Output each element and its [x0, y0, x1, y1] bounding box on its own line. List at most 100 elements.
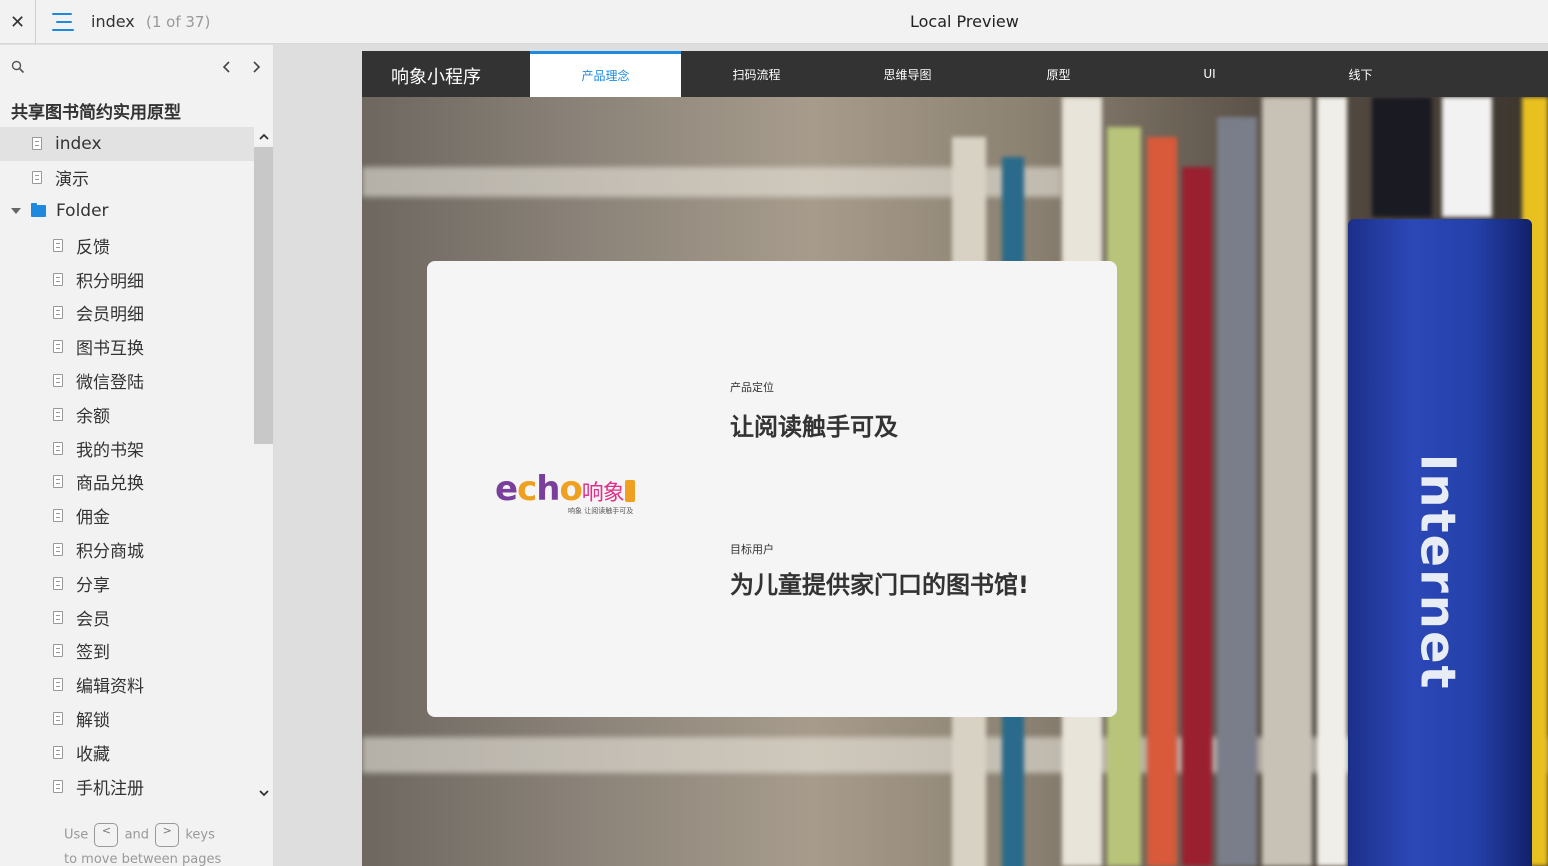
- tree-item-label: 分享: [76, 575, 110, 596]
- tree-item-label: 解锁: [76, 710, 110, 731]
- tab-ui[interactable]: UI: [1134, 51, 1285, 97]
- prototype-nav-bar: 响象小程序 产品理念 扫码流程 思维导图 原型 UI 线下: [362, 51, 1548, 97]
- prototype-preview: 响象小程序 产品理念 扫码流程 思维导图 原型 UI 线下 Internet e: [362, 51, 1548, 866]
- tree-item-feedback[interactable]: 反馈: [0, 228, 254, 262]
- caret-down-icon[interactable]: [11, 208, 21, 215]
- tree-item-wechat-login[interactable]: 微信登陆: [0, 364, 254, 398]
- prev-page-button[interactable]: [217, 55, 237, 79]
- search-icon[interactable]: [11, 60, 25, 74]
- preview-title: Local Preview: [910, 12, 1019, 31]
- tree-item-member-detail[interactable]: 会员明细: [0, 296, 254, 330]
- page-icon: [53, 610, 63, 624]
- tab-product-concept[interactable]: 产品理念: [530, 51, 681, 97]
- help-text-line2: to move between pages: [64, 851, 222, 866]
- tab-prototype[interactable]: 原型: [983, 51, 1134, 97]
- tree-item-label: 签到: [76, 643, 110, 664]
- tree-item-label: 图书互换: [76, 339, 144, 360]
- book-spine-text: Internet: [1409, 453, 1465, 691]
- book-spine: [1182, 167, 1212, 866]
- page-icon: [53, 475, 63, 489]
- tree-item-label: 余额: [76, 406, 110, 427]
- tree-item-points-detail[interactable]: 积分明细: [0, 262, 254, 296]
- product-concept-card: echo响象 响象 让阅读触手可及 产品定位 让阅读触手可及 目标用户 为儿童提…: [427, 261, 1117, 717]
- section-text-target-users: 为儿童提供家门口的图书馆!: [730, 571, 1029, 599]
- tree-item-label: 积分商城: [76, 541, 144, 562]
- sitemap-menu-icon[interactable]: [50, 11, 76, 33]
- page-icon: [32, 171, 42, 185]
- tree-item-edit-profile[interactable]: 编辑资料: [0, 668, 254, 702]
- sidebar-scrollbar[interactable]: [254, 127, 273, 807]
- page-icon: [53, 779, 63, 793]
- tree-item-label: 商品兑换: [76, 474, 144, 495]
- tree-item-unlock[interactable]: 解锁: [0, 702, 254, 736]
- tree-item-label: 佣金: [76, 508, 110, 529]
- section-label-target-users: 目标用户: [730, 543, 774, 556]
- tree-item-label: 我的书架: [76, 440, 144, 461]
- page-icon: [53, 509, 63, 523]
- tree-item-label: 反馈: [76, 237, 110, 258]
- echo-logo: echo响象 响象 让阅读触手可及: [495, 471, 660, 521]
- logo-tagline: 响象 让阅读触手可及: [568, 507, 634, 515]
- next-page-button[interactable]: [246, 55, 266, 79]
- page-icon: [32, 137, 42, 151]
- tab-scan-flow[interactable]: 扫码流程: [681, 51, 832, 97]
- scroll-down-icon[interactable]: [258, 787, 270, 799]
- tree-item-member[interactable]: 会员: [0, 600, 254, 634]
- tree-item-label: index: [55, 133, 102, 154]
- tree-item-points-mall[interactable]: 积分商城: [0, 533, 254, 567]
- current-page-name: index: [91, 12, 135, 31]
- tree-item-goods-redeem[interactable]: 商品兑换: [0, 465, 254, 499]
- tree-item-label: 微信登陆: [76, 372, 144, 393]
- tree-item-index[interactable]: index: [0, 127, 254, 161]
- scroll-up-icon[interactable]: [258, 131, 270, 143]
- close-icon: ✕: [9, 11, 26, 33]
- tree-item-favorites[interactable]: 收藏: [0, 735, 254, 769]
- page-counter: (1 of 37): [146, 13, 211, 31]
- project-title: 共享图书简约实用原型: [11, 103, 181, 123]
- tree-item-label: 演示: [55, 170, 89, 191]
- tree-item-balance[interactable]: 余额: [0, 397, 254, 431]
- page-icon: [53, 306, 63, 320]
- help-text: keys: [185, 827, 215, 843]
- page-icon: [53, 373, 63, 387]
- tree-item-book-exchange[interactable]: 图书互换: [0, 330, 254, 364]
- tree-item-my-bookshelf[interactable]: 我的书架: [0, 431, 254, 465]
- tab-offline[interactable]: 线下: [1285, 51, 1436, 97]
- page-tree: index 演示 Folder 反馈 积分明细 会员明细 图书互换 微信登陆 余…: [0, 127, 254, 803]
- scrollbar-thumb[interactable]: [254, 147, 273, 444]
- keyboard-help: Use < and > keys to move between pages: [64, 823, 221, 866]
- tree-item-share[interactable]: 分享: [0, 566, 254, 600]
- tree-item-phone-register[interactable]: 手机注册: [0, 769, 254, 803]
- help-text: Use: [64, 827, 89, 843]
- prototype-brand: 响象小程序: [391, 67, 481, 88]
- book-spine: [1442, 97, 1492, 217]
- book-spine: [1262, 97, 1312, 866]
- tree-item-label: 编辑资料: [76, 677, 144, 698]
- tree-item-folder[interactable]: Folder: [0, 195, 254, 229]
- tree-item-label: 会员明细: [76, 305, 144, 326]
- tree-item-label: Folder: [56, 201, 109, 222]
- internet-book-title: Internet: [1407, 452, 1467, 692]
- tab-mind-map[interactable]: 思维导图: [832, 51, 983, 97]
- book-spine: [1372, 97, 1432, 217]
- close-button[interactable]: ✕: [0, 0, 36, 44]
- tree-item-label: 手机注册: [76, 778, 144, 799]
- chevron-right-icon: [253, 61, 261, 73]
- page-icon: [53, 644, 63, 658]
- key-next: >: [155, 823, 180, 847]
- page-icon: [53, 340, 63, 354]
- page-icon: [53, 238, 63, 252]
- book-spine: [1217, 117, 1257, 866]
- tree-item-check-in[interactable]: 签到: [0, 634, 254, 668]
- tree-item-label: 积分明细: [76, 271, 144, 292]
- tree-item-commission[interactable]: 佣金: [0, 499, 254, 533]
- page-icon: [53, 272, 63, 286]
- page-icon: [53, 407, 63, 421]
- page-icon: [53, 576, 63, 590]
- tree-item-demo[interactable]: 演示: [0, 161, 254, 195]
- bookshelf-background: Internet echo响象 响象 让阅读触手可及 产品定位 让阅读触手可及 …: [362, 97, 1548, 866]
- section-text-positioning: 让阅读触手可及: [730, 413, 898, 441]
- section-label-positioning: 产品定位: [730, 381, 774, 394]
- top-bar: ✕ index (1 of 37) Local Preview: [0, 0, 1548, 44]
- sitemap-sidebar: 共享图书简约实用原型 index 演示 Folder 反馈 积分明细 会员明细: [0, 45, 274, 866]
